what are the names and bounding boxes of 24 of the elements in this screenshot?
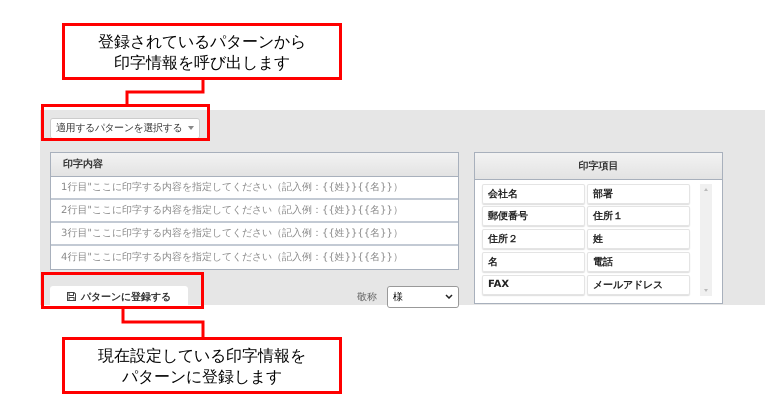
honorific-select[interactable]: 様: [387, 286, 459, 308]
callout-text: パターンに登録します: [122, 366, 282, 386]
print-item[interactable]: 郵便番号: [482, 206, 585, 226]
callout-text: 登録されているパターンから: [98, 30, 306, 52]
callout-text: 現在設定している印字情報を: [98, 344, 306, 366]
print-item[interactable]: 名: [482, 252, 585, 272]
print-item[interactable]: メールアドレス: [587, 274, 690, 295]
chevron-icon: [445, 294, 453, 299]
pattern-select[interactable]: 適用するパターンを選択する: [50, 118, 200, 138]
print-item[interactable]: FAX: [482, 274, 585, 295]
callout-text: 印字情報を呼び出します: [114, 52, 290, 72]
register-button[interactable]: パターンに登録する: [50, 286, 188, 308]
caret-icon: [188, 126, 194, 130]
panel-header: 印字項目: [475, 152, 722, 180]
print-item[interactable]: 電話: [587, 252, 690, 272]
print-item[interactable]: 部署: [587, 184, 690, 204]
save-icon: [67, 292, 76, 301]
print-item[interactable]: 住所１: [587, 206, 690, 226]
print-item[interactable]: 会社名: [482, 184, 585, 204]
honorific-label: 敬称: [357, 290, 377, 304]
print-item[interactable]: 姓: [587, 229, 690, 250]
table-header: 印字内容: [51, 152, 458, 176]
scrollbar[interactable]: [700, 184, 712, 296]
print-item[interactable]: 住所２: [482, 229, 585, 250]
